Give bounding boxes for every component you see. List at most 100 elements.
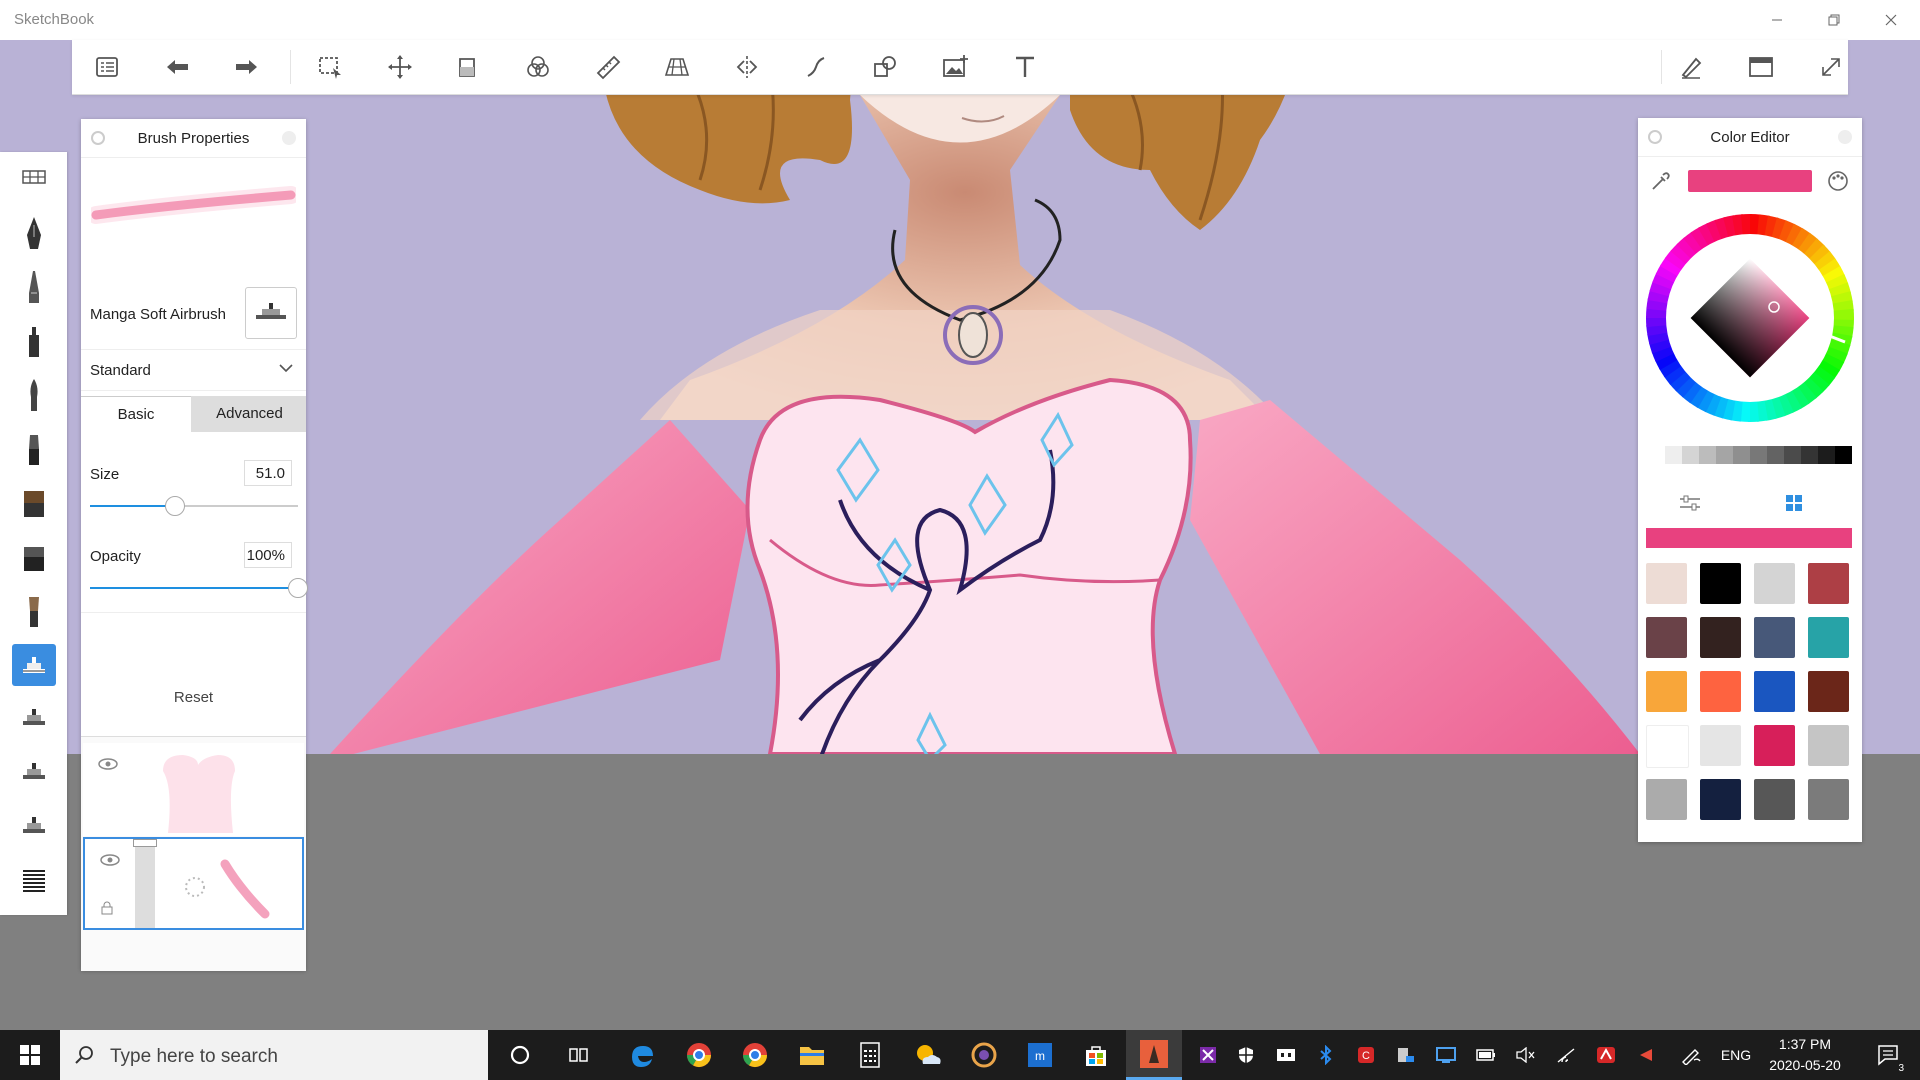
gray-swatch[interactable] — [1818, 446, 1835, 464]
sketchbook-app-active[interactable] — [1126, 1030, 1182, 1080]
blend-mode-dropdown[interactable]: Standard — [81, 349, 306, 391]
color-swatch[interactable] — [1646, 563, 1687, 604]
color-swatch[interactable] — [1646, 671, 1687, 712]
tray-app-3[interactable]: C — [1352, 1030, 1380, 1080]
tray-app-4[interactable] — [1392, 1030, 1420, 1080]
close-button[interactable] — [1868, 0, 1914, 40]
chrome-app[interactable] — [671, 1030, 727, 1080]
gray-swatch[interactable] — [1767, 446, 1784, 464]
start-button[interactable] — [0, 1030, 60, 1080]
selection-tool-button[interactable] — [310, 49, 350, 85]
brush-hatch[interactable] — [12, 860, 56, 902]
eyedropper-icon[interactable] — [1650, 170, 1672, 192]
stroke-tool-button[interactable] — [796, 49, 836, 85]
brush-thumbnail-button[interactable] — [245, 287, 297, 339]
eye-icon[interactable] — [97, 757, 119, 771]
tab-basic[interactable]: Basic — [81, 396, 191, 433]
symmetry-tool-button[interactable] — [727, 49, 767, 85]
calculator-app[interactable] — [842, 1030, 898, 1080]
brush-ink[interactable] — [12, 428, 56, 470]
color-swatch[interactable] — [1646, 779, 1687, 820]
tray-app-5[interactable] — [1432, 1030, 1460, 1080]
brush-round[interactable] — [12, 590, 56, 632]
task-view-button[interactable] — [551, 1030, 607, 1080]
color-palette-icon[interactable] — [1826, 169, 1850, 193]
color-swatch[interactable] — [1646, 725, 1689, 768]
gray-swatch[interactable] — [1648, 446, 1665, 464]
tray-app-2[interactable] — [1272, 1030, 1300, 1080]
color-swatch[interactable] — [1808, 617, 1849, 658]
slider-thumb[interactable] — [165, 496, 186, 516]
tab-advanced[interactable]: Advanced — [193, 396, 306, 432]
app-mu[interactable]: m — [1012, 1030, 1068, 1080]
color-swatch[interactable] — [1646, 617, 1687, 658]
restore-button[interactable] — [1811, 0, 1857, 40]
color-swatch[interactable] — [1700, 725, 1741, 766]
gray-swatch[interactable] — [1716, 446, 1733, 464]
color-swatch[interactable] — [1754, 617, 1795, 658]
action-center-button[interactable]: 3 — [1866, 1030, 1910, 1080]
transform-tool-button[interactable] — [380, 49, 420, 85]
panel-close-icon[interactable] — [282, 131, 296, 145]
gray-swatch[interactable] — [1733, 446, 1750, 464]
file-explorer-app[interactable] — [784, 1030, 840, 1080]
lock-icon[interactable] — [101, 901, 113, 915]
slider-thumb[interactable] — [133, 839, 157, 847]
eye-icon[interactable] — [99, 853, 121, 867]
cortana-button[interactable] — [492, 1030, 548, 1080]
opacity-value-field[interactable]: 100% — [244, 542, 292, 568]
color-swatch[interactable] — [1700, 779, 1741, 820]
system-clock[interactable]: 1:37 PM 2020-05-20 — [1755, 1034, 1855, 1076]
color-puck-button[interactable] — [518, 49, 558, 85]
brush-paintbrush[interactable] — [12, 374, 56, 416]
tray-app-6[interactable] — [1592, 1030, 1620, 1080]
undo-button[interactable] — [157, 49, 197, 85]
fill-tool-button[interactable] — [448, 49, 488, 85]
import-image-button[interactable] — [935, 49, 975, 85]
color-swatch[interactable] — [1808, 563, 1849, 604]
color-swatch[interactable] — [1808, 725, 1849, 766]
gray-swatch[interactable] — [1682, 446, 1699, 464]
brush-technical-pen[interactable] — [12, 266, 56, 308]
color-swatch[interactable] — [1808, 779, 1849, 820]
brush-flat[interactable] — [12, 482, 56, 524]
gray-swatch[interactable] — [1801, 446, 1818, 464]
color-swatch[interactable] — [1754, 563, 1795, 604]
color-swatch[interactable] — [1700, 671, 1741, 712]
grayscale-strip[interactable] — [1648, 446, 1852, 464]
slider-thumb[interactable] — [288, 578, 308, 598]
volume-tray[interactable] — [1512, 1030, 1540, 1080]
minimize-button[interactable] — [1754, 0, 1800, 40]
store-app[interactable] — [1068, 1030, 1124, 1080]
bluetooth-tray[interactable] — [1312, 1030, 1340, 1080]
pen-tray[interactable] — [1676, 1030, 1706, 1080]
color-wheel[interactable] — [1646, 214, 1854, 422]
layer-item[interactable] — [83, 743, 304, 836]
media-app[interactable] — [956, 1030, 1012, 1080]
brush-toggle-button[interactable] — [1671, 49, 1711, 85]
current-color-swatch[interactable] — [1688, 170, 1812, 192]
wifi-tray[interactable] — [1552, 1030, 1580, 1080]
color-swatch[interactable] — [1700, 617, 1741, 658]
layer-item-selected[interactable] — [83, 837, 304, 930]
brush-airbrush-2[interactable] — [12, 698, 56, 740]
brush-marker[interactable] — [12, 320, 56, 362]
shapes-tool-button[interactable] — [865, 49, 905, 85]
swatch-grid-icon[interactable] — [1784, 493, 1804, 513]
active-swatch-bar[interactable] — [1646, 528, 1852, 548]
gray-swatch[interactable] — [1750, 446, 1767, 464]
chrome-app-2[interactable] — [727, 1030, 783, 1080]
perspective-tool-button[interactable] — [657, 49, 697, 85]
fullscreen-button[interactable] — [1811, 49, 1851, 85]
brush-ballpoint[interactable] — [12, 212, 56, 254]
brush-airbrush-4[interactable] — [12, 806, 56, 848]
color-swatch[interactable] — [1754, 671, 1795, 712]
text-tool-button[interactable] — [1005, 49, 1045, 85]
window-toggle-button[interactable] — [1741, 49, 1781, 85]
brush-library-button[interactable] — [12, 156, 56, 198]
opacity-slider[interactable] — [90, 578, 308, 598]
weather-app[interactable] — [900, 1030, 956, 1080]
lagoon-menu-button[interactable] — [87, 49, 127, 85]
brush-manga-soft-airbrush[interactable] — [12, 644, 56, 686]
gray-swatch[interactable] — [1835, 446, 1852, 464]
